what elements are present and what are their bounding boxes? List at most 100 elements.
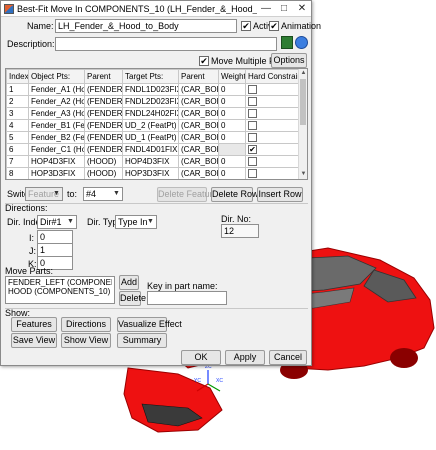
object-pts-cell[interactable]: Fender_A1 (Hol... [28, 83, 85, 96]
target-parent-cell[interactable]: (CAR_BOD... [178, 119, 219, 132]
target-pts-cell[interactable]: FNDL1D023FIX (... [122, 83, 179, 96]
target-parent-cell[interactable]: (CAR_BOD... [178, 131, 219, 144]
hard-constraint-checkbox[interactable] [248, 97, 257, 107]
table-row[interactable]: 1Fender_A1 (Hol...(FENDER_...FNDL1D023FI… [6, 83, 300, 96]
weight-cell[interactable]: 0 [218, 119, 246, 132]
col-target-pts[interactable]: Target Pts: [122, 69, 179, 84]
target-parent-cell[interactable]: (CAR_BOD... [178, 167, 219, 179]
apply-button[interactable]: Apply [225, 350, 265, 365]
animation-checkbox[interactable]: ✔ [269, 21, 279, 31]
description-field[interactable] [55, 37, 277, 51]
parent-cell[interactable]: (HOOD) [84, 167, 123, 179]
weight-cell[interactable] [218, 143, 246, 156]
hard-constraint-cell[interactable] [245, 155, 300, 168]
target-parent-cell[interactable]: (CAR_BOD... [178, 83, 219, 96]
move-multiple-checkbox[interactable]: ✔ [199, 56, 209, 66]
hard-constraint-cell[interactable] [245, 119, 300, 132]
i-field[interactable]: 0 [37, 230, 73, 244]
target-parent-cell[interactable]: (CAR_BOD... [178, 107, 219, 120]
parent-cell[interactable]: (HOOD) [84, 155, 123, 168]
features-button[interactable]: Features [11, 317, 57, 332]
summary-button[interactable]: Summary [117, 333, 167, 348]
delete-part-button[interactable]: Delete [119, 291, 146, 306]
close-icon[interactable]: ✕ [293, 2, 311, 16]
add-part-button[interactable]: Add [119, 275, 139, 290]
dir-type-select[interactable]: Type In ▼ [115, 215, 157, 229]
parent-cell[interactable]: (FENDER_... [84, 107, 123, 120]
object-pts-cell[interactable]: Fender_A2 (Hol... [28, 95, 85, 108]
hard-constraint-cell[interactable] [245, 83, 300, 96]
options-button[interactable]: Options [271, 53, 307, 68]
target-pts-cell[interactable]: FNDL24H02FIX (... [122, 107, 179, 120]
name-field[interactable]: LH_Fender_&_Hood_to_Body [55, 19, 237, 33]
weight-cell[interactable]: 0 [218, 155, 246, 168]
col-target-parent[interactable]: Parent [178, 69, 219, 84]
parent-cell[interactable]: (FENDER_... [84, 119, 123, 132]
target-pts-cell[interactable]: UD_1 (FeatPt) [122, 131, 179, 144]
row-index-cell[interactable]: 2 [6, 95, 29, 108]
list-item[interactable]: HOOD (COMPONENTS_10) [8, 287, 112, 296]
table-row[interactable]: 5Fender_B2 (Feat...(FENDER_...UD_1 (Feat… [6, 131, 300, 144]
row-index-cell[interactable]: 3 [6, 107, 29, 120]
hard-constraint-checkbox[interactable] [248, 169, 257, 179]
target-pts-cell[interactable]: UD_2 (FeatPt) [122, 119, 179, 132]
weight-cell[interactable]: 0 [218, 167, 246, 179]
maximize-icon[interactable]: □ [275, 2, 293, 16]
weight-cell[interactable]: 0 [218, 107, 246, 120]
target-pts-cell[interactable]: FNDL2D023FIX (... [122, 95, 179, 108]
dir-index-select[interactable]: Dir#1 ▼ [37, 215, 77, 229]
object-pts-cell[interactable]: Fender_B2 (Feat... [28, 131, 85, 144]
row-index-cell[interactable]: 7 [6, 155, 29, 168]
row-index-cell[interactable]: 8 [6, 167, 29, 179]
target-pts-cell[interactable]: FNDL4D01FIX (P... [122, 143, 179, 156]
table-row[interactable]: 3Fender_A3 (Hol...(FENDER_...FNDL24H02FI… [6, 107, 300, 120]
hard-constraint-cell[interactable] [245, 95, 300, 108]
target-parent-cell[interactable]: (CAR_BOD... [178, 143, 219, 156]
show-view-button[interactable]: Show View [61, 333, 111, 348]
object-pts-cell[interactable]: Fender_C1 (Hol... [28, 143, 85, 156]
col-parent[interactable]: Parent [84, 69, 123, 84]
delete-row-button[interactable]: Delete Row [211, 187, 259, 202]
point-pairs-table[interactable]: Index Object Pts: Parent Target Pts: Par… [5, 68, 308, 180]
weight-cell[interactable]: 0 [218, 95, 246, 108]
list-item[interactable]: FENDER_LEFT (COMPONENTS_10) [8, 278, 112, 287]
table-row[interactable]: 6Fender_C1 (Hol...(FENDER_...FNDL4D01FIX… [6, 143, 300, 156]
object-pts-cell[interactable]: Fender_A3 (Hol... [28, 107, 85, 120]
scroll-up-icon[interactable]: ▲ [299, 69, 307, 78]
col-index[interactable]: Index [6, 69, 29, 84]
col-object-pts[interactable]: Object Pts: [28, 69, 85, 84]
scroll-down-icon[interactable]: ▼ [299, 170, 307, 179]
hard-constraint-checkbox[interactable] [248, 133, 257, 143]
object-pts-cell[interactable]: HOP3D3FIX [28, 167, 85, 179]
hard-constraint-checkbox[interactable]: ✔ [248, 145, 257, 155]
hard-constraint-cell[interactable]: ✔ [245, 143, 300, 156]
table-row[interactable]: 8HOP3D3FIX(HOOD)HOP3D3FIX(CAR_BOD...0 [6, 167, 300, 179]
key-in-part-field[interactable] [147, 291, 227, 305]
cancel-button[interactable]: Cancel [269, 350, 307, 365]
refresh-icon[interactable] [295, 36, 308, 49]
hard-constraint-cell[interactable] [245, 107, 300, 120]
hard-constraint-checkbox[interactable] [248, 121, 257, 131]
table-row[interactable]: 4Fender_B1 (Feat...(FENDER_...UD_2 (Feat… [6, 119, 300, 132]
ok-button[interactable]: OK [181, 350, 221, 365]
target-parent-cell[interactable]: (CAR_BOD... [178, 95, 219, 108]
hard-constraint-checkbox[interactable] [248, 109, 257, 119]
row-index-cell[interactable]: 1 [6, 83, 29, 96]
dialog-titlebar[interactable]: Best-Fit Move In COMPONENTS_10 (LH_Fende… [1, 1, 311, 17]
col-hard-constraint[interactable]: Hard Constraint [245, 69, 300, 84]
move-parts-list[interactable]: FENDER_LEFT (COMPONENTS_10) HOOD (COMPON… [5, 276, 115, 304]
target-pts-cell[interactable]: HOP3D3FIX [122, 167, 179, 179]
insert-row-button[interactable]: Insert Row [257, 187, 303, 202]
table-scrollbar[interactable]: ▲ ▼ [298, 69, 307, 179]
hard-constraint-checkbox[interactable] [248, 85, 257, 95]
to-select[interactable]: #4 ▼ [83, 187, 123, 201]
table-row[interactable]: 7HOP4D3FIX(HOOD)HOP4D3FIX(CAR_BOD...0 [6, 155, 300, 168]
scroll-thumb[interactable] [300, 79, 306, 125]
parent-cell[interactable]: (FENDER_... [84, 143, 123, 156]
pick-tool-icon[interactable] [281, 36, 293, 49]
object-pts-cell[interactable]: HOP4D3FIX [28, 155, 85, 168]
minimize-icon[interactable]: — [257, 2, 275, 16]
directions-button[interactable]: Directions [61, 317, 111, 332]
active-checkbox[interactable]: ✔ [241, 21, 251, 31]
row-index-cell[interactable]: 6 [6, 143, 29, 156]
